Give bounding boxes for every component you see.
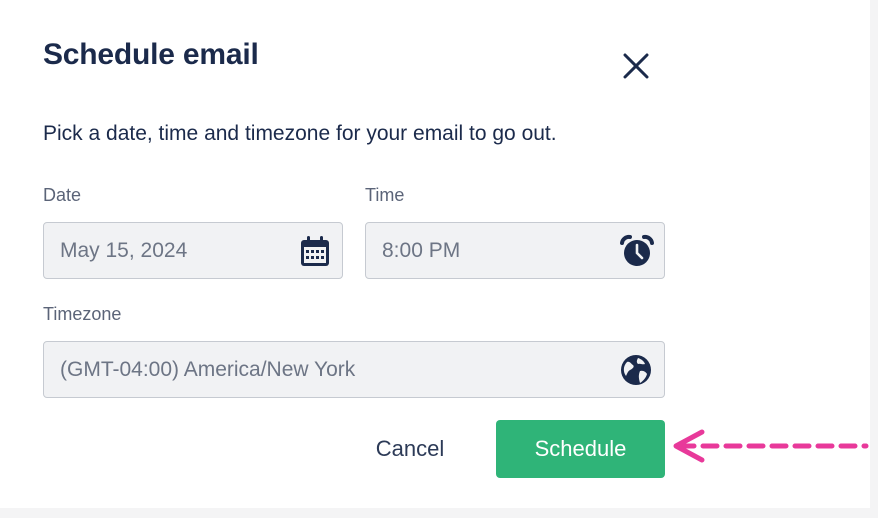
date-label: Date xyxy=(43,185,82,205)
time-field[interactable]: 8:00 PM xyxy=(365,222,665,279)
timezone-label: Timezone xyxy=(43,304,122,324)
time-value: 8:00 PM xyxy=(382,239,461,262)
date-value: May 15, 2024 xyxy=(60,239,188,262)
schedule-button[interactable]: Schedule xyxy=(496,420,665,478)
cancel-button[interactable]: Cancel xyxy=(356,420,464,477)
dashed-arrow-icon xyxy=(673,429,869,463)
timezone-value: (GMT-04:00) America/New York xyxy=(60,358,356,381)
close-button[interactable] xyxy=(620,50,652,82)
dialog-description: Pick a date, time and timezone for your … xyxy=(43,122,557,145)
close-icon xyxy=(623,53,649,79)
globe-icon[interactable] xyxy=(618,352,654,388)
date-field[interactable]: May 15, 2024 xyxy=(43,222,343,279)
calendar-icon[interactable] xyxy=(297,233,333,269)
time-label: Time xyxy=(365,185,405,205)
alarm-clock-icon[interactable] xyxy=(619,233,655,269)
dialog-title: Schedule email xyxy=(43,38,259,71)
timezone-field[interactable]: (GMT-04:00) America/New York xyxy=(43,341,665,398)
